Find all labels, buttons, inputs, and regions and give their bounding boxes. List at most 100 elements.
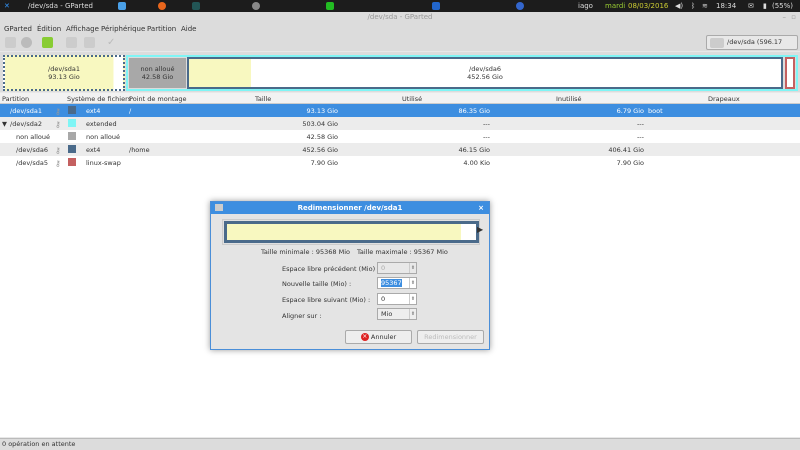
delete-icon[interactable] <box>21 37 32 48</box>
map-label: /dev/sda6 <box>469 65 501 73</box>
new-icon[interactable] <box>5 37 16 48</box>
toolbar: ✓ <box>0 35 800 51</box>
cell-partition: /dev/sda1 <box>10 107 42 115</box>
cell-filesystem: ext4 <box>86 146 101 154</box>
map-sda5[interactable] <box>785 57 795 89</box>
table-row[interactable]: ▼/dev/sda2 ⚷ extended 503.04 Gio --- --- <box>0 117 800 130</box>
day: mardi <box>605 2 626 10</box>
tray-icon[interactable] <box>326 2 334 10</box>
table-row[interactable]: /dev/sda5 ⚷ linux-swap 7.90 Gio 4.00 Kio 7.90… <box>0 156 800 169</box>
mail-icon[interactable]: ✉ <box>748 2 754 10</box>
table-row[interactable]: /dev/sda1 ⚷ ext4 / 93.13 Gio 86.35 Gio 6.79 Gi… <box>0 104 800 117</box>
fs-color-swatch <box>68 158 76 166</box>
map-label: non alloué <box>140 65 175 73</box>
free-before-spin[interactable]: 0 ⬍ <box>377 262 417 274</box>
menu-bar: GParted Édition Affichage Périphérique P… <box>0 22 800 35</box>
new-size-spin[interactable]: 95367 ⬍ <box>377 277 417 289</box>
max-size: Taille maximale : 95367 Mio <box>357 248 448 256</box>
resize-area <box>222 219 480 245</box>
col-mountpoint[interactable]: Point de montage <box>129 95 186 103</box>
cell-unused: 406.41 Gio <box>608 146 644 154</box>
align-value: Mio <box>381 310 393 318</box>
col-size[interactable]: Taille <box>255 95 271 103</box>
cell-unused: 7.90 Gio <box>616 159 644 167</box>
minimize-icon[interactable]: – <box>783 12 787 22</box>
bluetooth-icon[interactable]: ᛒ <box>691 2 695 10</box>
volume-icon[interactable]: ◀) <box>675 2 683 10</box>
col-used[interactable]: Utilisé <box>402 95 422 103</box>
free-before-label: Espace libre précédent (Mio) : <box>282 265 380 273</box>
disk-icon[interactable] <box>252 2 260 10</box>
resize-button[interactable]: Redimensionner <box>417 330 484 344</box>
device-selector[interactable]: /dev/sda (596.17 Gio) <box>706 35 798 59</box>
align-select[interactable]: Mio ⬍ <box>377 308 417 320</box>
apply-icon[interactable]: ✓ <box>107 37 118 48</box>
cell-partition: /dev/sda6 <box>16 146 48 154</box>
cell-partition: /dev/sda5 <box>16 159 48 167</box>
cell-filesystem: extended <box>86 120 117 128</box>
battery-icon[interactable]: ▮ <box>763 2 767 10</box>
cell-filesystem: linux-swap <box>86 159 121 167</box>
firefox-icon[interactable] <box>158 2 166 10</box>
dialog-title: Redimensionner /dev/sda1 <box>297 204 403 212</box>
date[interactable]: 08/03/2016 <box>628 2 668 10</box>
new-size-value: 95367 <box>381 279 402 287</box>
cell-unused: --- <box>636 133 644 141</box>
menu-partition[interactable]: Partition <box>147 25 176 33</box>
map-sda1[interactable]: /dev/sda1 93.13 Gio <box>3 55 125 91</box>
table-row[interactable]: /dev/sda6 ⚷ ext4/home 452.56 Gio 46.15 Gio 40… <box>0 143 800 156</box>
map-size: 42.58 Gio <box>141 73 174 81</box>
wifi-icon[interactable]: ≋ <box>702 2 708 10</box>
table-row[interactable]: non alloué non alloué 42.58 Gio --- --- <box>0 130 800 143</box>
cancel-label: Annuler <box>370 333 397 341</box>
map-size: 93.13 Gio <box>48 73 80 81</box>
col-unused[interactable]: Inutilisé <box>556 95 582 103</box>
new-size-label: Nouvelle taille (Mio) : <box>282 280 352 288</box>
paste-icon[interactable] <box>84 37 95 48</box>
battery-level: (55%) <box>772 2 794 10</box>
tray-icon[interactable] <box>432 2 440 10</box>
top-panel: ✕ /dev/sda - GParted iago mardi 08/03/20… <box>0 0 800 12</box>
cell-used: 46.15 Gio <box>458 146 491 154</box>
fs-color-swatch <box>68 145 76 153</box>
terminal-icon[interactable] <box>192 2 200 10</box>
clock[interactable]: 18:34 <box>716 2 736 10</box>
menu-affichage[interactable]: Affichage <box>66 25 99 33</box>
key-icon: ⚷ <box>55 120 61 129</box>
menu-aide[interactable]: Aide <box>181 25 196 33</box>
cell-unused: --- <box>636 120 644 128</box>
window-title: /dev/sda - GParted <box>367 13 433 21</box>
app-icon[interactable] <box>118 2 126 10</box>
cancel-button[interactable]: × Annuler <box>345 330 412 344</box>
map-label: /dev/sda1 <box>48 65 80 73</box>
copy-icon[interactable] <box>66 37 77 48</box>
resize-bar[interactable] <box>224 221 479 243</box>
user-name[interactable]: iago <box>578 2 593 10</box>
dialog-titlebar: Redimensionner /dev/sda1 × <box>211 202 489 214</box>
menu-gparted[interactable]: GParted <box>4 25 32 33</box>
map-unallocated[interactable]: non alloué 42.58 Gio <box>129 58 186 88</box>
window-titlebar: /dev/sda - GParted – ▫ <box>0 12 800 22</box>
resize-handle-icon[interactable]: ▶ <box>477 225 483 234</box>
menu-icon[interactable]: ✕ <box>4 2 10 10</box>
resize-dialog: Redimensionner /dev/sda1 × ▶ Taille mini… <box>210 201 490 350</box>
gparted-icon <box>215 204 223 211</box>
menu-peripherique[interactable]: Périphérique <box>101 25 145 33</box>
cell-used: --- <box>482 120 490 128</box>
taskbar-window[interactable]: /dev/sda - GParted <box>28 2 93 10</box>
menu-edition[interactable]: Édition <box>37 25 61 33</box>
col-filesystem[interactable]: Système de fichiers <box>67 95 131 103</box>
fs-color-swatch <box>68 119 76 127</box>
cell-size: 42.58 Gio <box>306 133 339 141</box>
cell-size: 93.13 Gio <box>306 107 339 115</box>
hp-icon[interactable] <box>516 2 524 10</box>
col-flags[interactable]: Drapeaux <box>708 95 740 103</box>
close-icon[interactable]: × <box>478 202 484 214</box>
resize-move-icon[interactable] <box>42 37 53 48</box>
expander-icon[interactable]: ▼ <box>2 120 7 128</box>
status-bar: 0 opération en attente <box>0 438 800 450</box>
maximize-icon[interactable]: ▫ <box>791 12 796 22</box>
map-sda6[interactable]: /dev/sda6 452.56 Gio <box>187 57 783 89</box>
free-after-spin[interactable]: 0 ⬍ <box>377 293 417 305</box>
col-partition[interactable]: Partition <box>2 95 29 103</box>
